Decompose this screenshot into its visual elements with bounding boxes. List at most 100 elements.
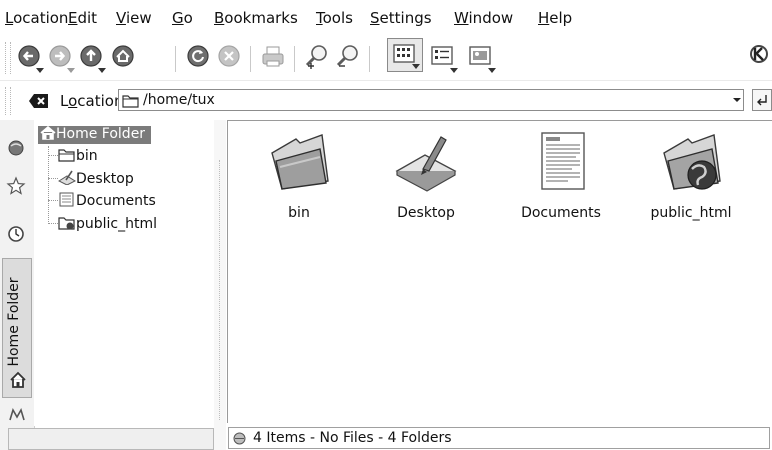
image-view-dropdown-icon[interactable] xyxy=(488,68,496,73)
home-button[interactable] xyxy=(108,36,138,76)
web-folder-icon xyxy=(663,134,721,190)
icon-item-desktop[interactable]: Desktop xyxy=(371,131,481,221)
web-folder-icon xyxy=(58,217,75,230)
icon-item-label: Documents xyxy=(521,205,601,221)
status-text: 4 Items - No Files - 4 Folders xyxy=(253,430,452,446)
file-icon-view: bin Desktop Documents public_html xyxy=(227,120,772,423)
tab-bookmarks[interactable] xyxy=(6,138,26,158)
zoom-in-icon xyxy=(305,45,327,69)
tree-root-label: Home Folder xyxy=(56,126,146,142)
toolbar-separator xyxy=(175,46,176,72)
tree-item-public-html[interactable]: public_html xyxy=(58,215,157,233)
tree-item-label: Desktop xyxy=(76,171,134,187)
tab-favorites[interactable] xyxy=(6,176,26,196)
menu-settings[interactable]: Settings xyxy=(370,9,432,27)
tree-item-desktop[interactable]: Desktop xyxy=(57,170,134,188)
tree-line xyxy=(48,146,50,224)
tree-line xyxy=(48,178,58,179)
globe-icon xyxy=(8,140,24,156)
forward-button[interactable] xyxy=(47,36,77,76)
home-icon xyxy=(112,45,134,67)
tab-history[interactable] xyxy=(6,224,26,244)
panel-splitter[interactable] xyxy=(214,120,226,450)
tab-home-folder-label: Home Folder xyxy=(6,277,22,367)
menu-help[interactable]: Help xyxy=(538,9,572,27)
stop-button[interactable] xyxy=(214,36,244,76)
folder-icon xyxy=(122,95,139,108)
icon-item-documents[interactable]: Documents xyxy=(506,131,616,221)
print-icon xyxy=(262,46,284,67)
zoom-out-button[interactable] xyxy=(333,36,363,76)
detail-view-button[interactable] xyxy=(426,36,460,76)
tree-item-label: bin xyxy=(76,148,98,164)
menu-window[interactable]: Window xyxy=(454,9,513,27)
back-dropdown-icon[interactable] xyxy=(36,68,44,73)
documents-icon xyxy=(59,192,74,207)
desktop-icon xyxy=(395,136,457,192)
toolbar-separator xyxy=(369,46,370,72)
toolbar-separator xyxy=(250,46,251,72)
menu-edit[interactable]: Edit xyxy=(68,9,97,27)
forward-dropdown-icon[interactable] xyxy=(67,68,75,73)
locationbar-grip[interactable] xyxy=(5,87,11,115)
clear-location-button[interactable] xyxy=(28,92,50,110)
tree-line xyxy=(48,200,58,201)
detail-view-dropdown-icon[interactable] xyxy=(450,68,458,73)
go-button[interactable] xyxy=(752,89,772,111)
back-button[interactable] xyxy=(16,36,46,76)
menu-tools[interactable]: Tools xyxy=(316,9,353,27)
desktop-icon xyxy=(57,170,77,186)
location-toolbar: Location: /home/tux xyxy=(0,80,772,121)
tree-item-label: public_html xyxy=(76,216,158,232)
tab-home-folder[interactable]: Home Folder xyxy=(2,258,32,398)
menu-location[interactable]: Location xyxy=(5,9,68,27)
toolbar-grip[interactable] xyxy=(5,42,11,74)
location-input[interactable]: /home/tux xyxy=(118,89,744,111)
icon-item-label: public_html xyxy=(650,205,732,221)
icon-view-button[interactable] xyxy=(387,38,423,72)
menu-view[interactable]: View xyxy=(116,9,152,27)
menu-bar: Location Edit View Go Bookmarks Tools Se… xyxy=(0,0,772,36)
documents-icon xyxy=(541,132,585,190)
reload-icon xyxy=(187,45,209,67)
icon-item-public-html[interactable]: public_html xyxy=(636,131,746,221)
tree-panel-footer xyxy=(8,428,214,450)
chevron-down-icon xyxy=(733,98,741,102)
zoom-in-button[interactable] xyxy=(302,36,332,76)
zoom-out-icon xyxy=(336,45,358,67)
print-button[interactable] xyxy=(258,36,288,76)
stop-icon xyxy=(218,45,240,67)
kde-logo[interactable] xyxy=(748,40,770,70)
image-view-button[interactable] xyxy=(464,36,498,76)
menu-go[interactable]: Go xyxy=(172,9,193,27)
enter-icon xyxy=(757,95,767,106)
tree-line xyxy=(48,223,58,224)
folder-icon xyxy=(58,149,75,162)
icon-item-label: bin xyxy=(288,205,310,221)
folder-icon xyxy=(271,134,329,190)
tab-services[interactable] xyxy=(7,406,27,424)
up-button[interactable] xyxy=(78,36,108,76)
up-dropdown-icon[interactable] xyxy=(98,68,106,73)
kde-logo-icon xyxy=(750,45,768,63)
location-value: /home/tux xyxy=(143,92,215,108)
icon-item-label: Desktop xyxy=(397,205,455,221)
tree-line xyxy=(48,155,58,156)
folder-tree: Home Folder bin Desktop Documents public… xyxy=(34,120,214,426)
menu-bookmarks[interactable]: Bookmarks xyxy=(214,9,298,27)
location-history-dropdown[interactable] xyxy=(730,91,744,109)
clock-icon xyxy=(8,226,24,242)
star-icon xyxy=(6,176,26,195)
icon-item-bin[interactable]: bin xyxy=(244,131,354,221)
tree-item-documents[interactable]: Documents xyxy=(58,192,156,210)
tree-item-label: Documents xyxy=(76,193,156,209)
status-bar: 4 Items - No Files - 4 Folders xyxy=(228,427,770,449)
reload-button[interactable] xyxy=(183,36,213,76)
tree-root-home-folder[interactable]: Home Folder xyxy=(38,125,152,144)
home-icon xyxy=(40,125,56,140)
services-icon xyxy=(9,407,25,421)
navigation-panel-tabs: Home Folder xyxy=(0,120,35,450)
icon-view-dropdown-icon[interactable] xyxy=(412,64,420,69)
tree-item-bin[interactable]: bin xyxy=(58,147,98,165)
main-toolbar xyxy=(0,36,772,80)
